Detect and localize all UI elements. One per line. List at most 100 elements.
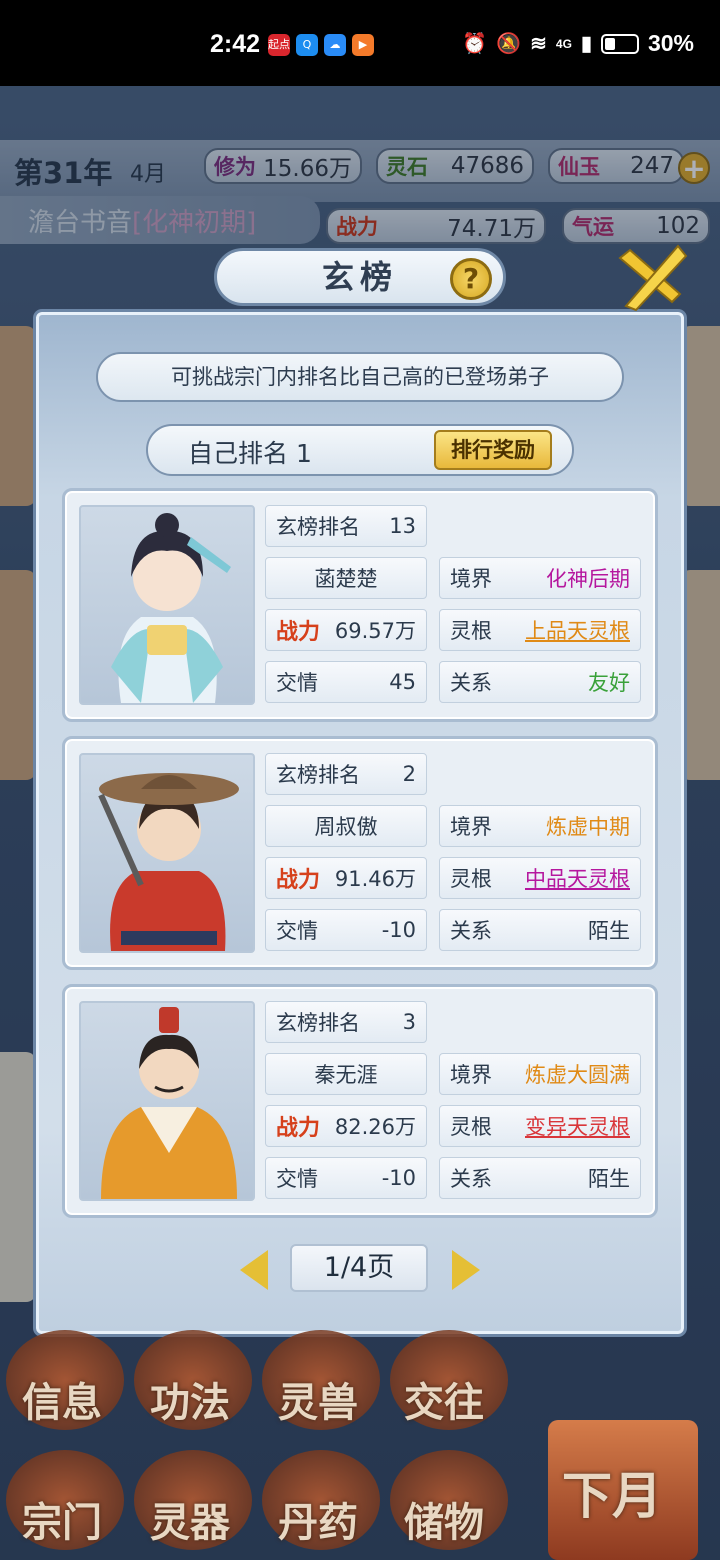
power-cell: 战力 69.57万 — [265, 609, 427, 651]
signal-icon: ▮ — [580, 33, 592, 55]
clock: 2:42 — [210, 30, 261, 58]
pagination: 1/4页 — [0, 1242, 720, 1298]
self-rank-bar: 自己排名 1 排行奖励 — [146, 424, 574, 476]
realm-value: 炼虚大圆满 — [525, 1063, 630, 1087]
page-indicator: 1/4页 — [290, 1244, 428, 1292]
relation-label: 关系 — [450, 1167, 492, 1191]
spirit-beast-label: 灵兽 — [278, 1379, 358, 1426]
favor-cell: 交情 45 — [265, 661, 427, 703]
next-month-button[interactable]: 下月 — [548, 1420, 698, 1560]
sect-label: 宗门 — [22, 1499, 102, 1546]
favor-value: -10 — [381, 1166, 416, 1190]
favor-label: 交情 — [276, 919, 318, 943]
realm-value: 炼虚中期 — [546, 815, 630, 839]
disciple-list[interactable]: 玄榜排名 13 菡楚楚 境界 化神后期 战力 69.57万 灵根 上品天灵根 交… — [62, 488, 658, 1218]
next-month-label: 下月 — [562, 1466, 662, 1525]
power-label: 战力 — [276, 867, 321, 893]
video-app-icon: ▶ — [352, 34, 374, 56]
spirit-root-cell: 灵根 中品天灵根 — [439, 857, 641, 899]
power-value: 91.46万 — [334, 867, 416, 891]
system-indicators: ⏰ 🔕 ≋ 4G ▮ 30% — [462, 30, 694, 57]
close-button[interactable] — [612, 236, 692, 316]
rank-value: 3 — [402, 1010, 416, 1034]
realm-label: 境界 — [450, 1063, 492, 1087]
disciple-portrait — [79, 753, 255, 953]
disciple-name: 菡楚楚 — [314, 567, 378, 591]
spirit-root-label: 灵根 — [450, 867, 492, 891]
relation-value: 友好 — [588, 671, 630, 695]
disciple-card[interactable]: 玄榜排名 13 菡楚楚 境界 化神后期 战力 69.57万 灵根 上品天灵根 交… — [62, 488, 658, 722]
prev-page-button[interactable] — [240, 1250, 268, 1290]
spirit-root-cell: 灵根 上品天灵根 — [439, 609, 641, 651]
realm-label: 境界 — [450, 567, 492, 591]
close-icon — [618, 244, 688, 312]
disciple-name: 秦无涯 — [314, 1063, 378, 1087]
qidian-app-icon: 起点 — [268, 34, 290, 56]
relation-cell: 关系 友好 — [439, 661, 641, 703]
disciple-card[interactable]: 玄榜排名 2 周叔傲 境界 炼虚中期 战力 91.46万 灵根 中品天灵根 交情… — [62, 736, 658, 970]
name-cell: 周叔傲 — [265, 805, 427, 847]
realm-value: 化神后期 — [546, 567, 630, 591]
relation-value: 陌生 — [588, 919, 630, 943]
technique-label: 功法 — [150, 1379, 230, 1426]
alarm-icon: ⏰ — [462, 33, 488, 55]
power-label: 战力 — [276, 619, 321, 645]
ranking-reward-button[interactable]: 排行奖励 — [434, 430, 552, 470]
favor-label: 交情 — [276, 671, 318, 695]
power-value: 82.26万 — [334, 1115, 416, 1139]
battery-percent: 30% — [647, 30, 694, 56]
disciple-name: 周叔傲 — [314, 815, 378, 839]
next-page-button[interactable] — [452, 1250, 480, 1290]
game-screen: 第31年 4月 修为 15.66万 灵石 47686 仙玉 247 + 澹台书音… — [0, 86, 720, 1560]
cloud-app-icon: ☁ — [324, 34, 346, 56]
battery-icon — [600, 33, 639, 54]
help-button[interactable]: ? — [450, 258, 492, 300]
relation-cell: 关系 陌生 — [439, 1157, 641, 1199]
spirit-root-label: 灵根 — [450, 1115, 492, 1139]
self-rank-text: 自己排名 1 — [188, 434, 312, 470]
favor-cell: 交情 -10 — [265, 909, 427, 951]
wifi-icon: ≋ — [530, 33, 547, 55]
favor-label: 交情 — [276, 1167, 318, 1191]
favor-cell: 交情 -10 — [265, 1157, 427, 1199]
rank-value: 2 — [402, 762, 416, 786]
disciple-portrait — [79, 1001, 255, 1201]
realm-cell: 境界 化神后期 — [439, 557, 641, 599]
male-official-illustration — [101, 1007, 237, 1199]
storage-label: 储物 — [404, 1499, 484, 1546]
challenge-hint: 可挑战宗门内排名比自己高的已登场弟子 — [96, 352, 624, 402]
dialog-title: 玄榜 — [321, 258, 398, 296]
social-label: 交往 — [404, 1379, 484, 1426]
rank-label: 玄榜排名 — [276, 515, 360, 539]
rank-label: 玄榜排名 — [276, 763, 360, 787]
artifact-label: 灵器 — [150, 1499, 230, 1546]
self-rank-label: 自己排名 — [188, 439, 289, 468]
spirit-root-cell: 灵根 变异天灵根 — [439, 1105, 641, 1147]
relation-cell: 关系 陌生 — [439, 909, 641, 951]
mute-icon: 🔕 — [496, 33, 522, 55]
spirit-root-value[interactable]: 中品天灵根 — [525, 863, 630, 893]
rank-label: 玄榜排名 — [276, 1011, 360, 1035]
relation-value: 陌生 — [588, 1167, 630, 1191]
realm-label: 境界 — [450, 815, 492, 839]
disciple-card[interactable]: 玄榜排名 3 秦无涯 境界 炼虚大圆满 战力 82.26万 灵根 变异天灵根 交… — [62, 984, 658, 1218]
bottom-menu: 信息 功法 灵兽 交往 宗门 灵器 丹药 储物 下月 — [0, 1330, 720, 1560]
notification-icons: 起点 Q ☁ ▶ — [268, 34, 374, 56]
browser-app-icon: Q — [296, 34, 318, 56]
pill-label: 丹药 — [278, 1499, 358, 1546]
rank-cell: 玄榜排名 3 — [265, 1001, 427, 1043]
self-rank-value: 1 — [295, 439, 312, 468]
rank-value: 13 — [389, 514, 416, 538]
relation-label: 关系 — [450, 919, 492, 943]
realm-cell: 境界 炼虚中期 — [439, 805, 641, 847]
power-cell: 战力 82.26万 — [265, 1105, 427, 1147]
male-swordsman-illustration — [98, 773, 239, 951]
status-bar: 2:42 起点 Q ☁ ▶ ⏰ 🔕 ≋ 4G ▮ 30% — [0, 0, 720, 86]
spirit-root-label: 灵根 — [450, 619, 492, 643]
network-type: 4G — [555, 36, 572, 51]
favor-value: -10 — [381, 918, 416, 942]
realm-cell: 境界 炼虚大圆满 — [439, 1053, 641, 1095]
spirit-root-value[interactable]: 上品天灵根 — [525, 615, 630, 645]
spirit-root-value[interactable]: 变异天灵根 — [525, 1111, 630, 1141]
favor-value: 45 — [389, 670, 416, 694]
